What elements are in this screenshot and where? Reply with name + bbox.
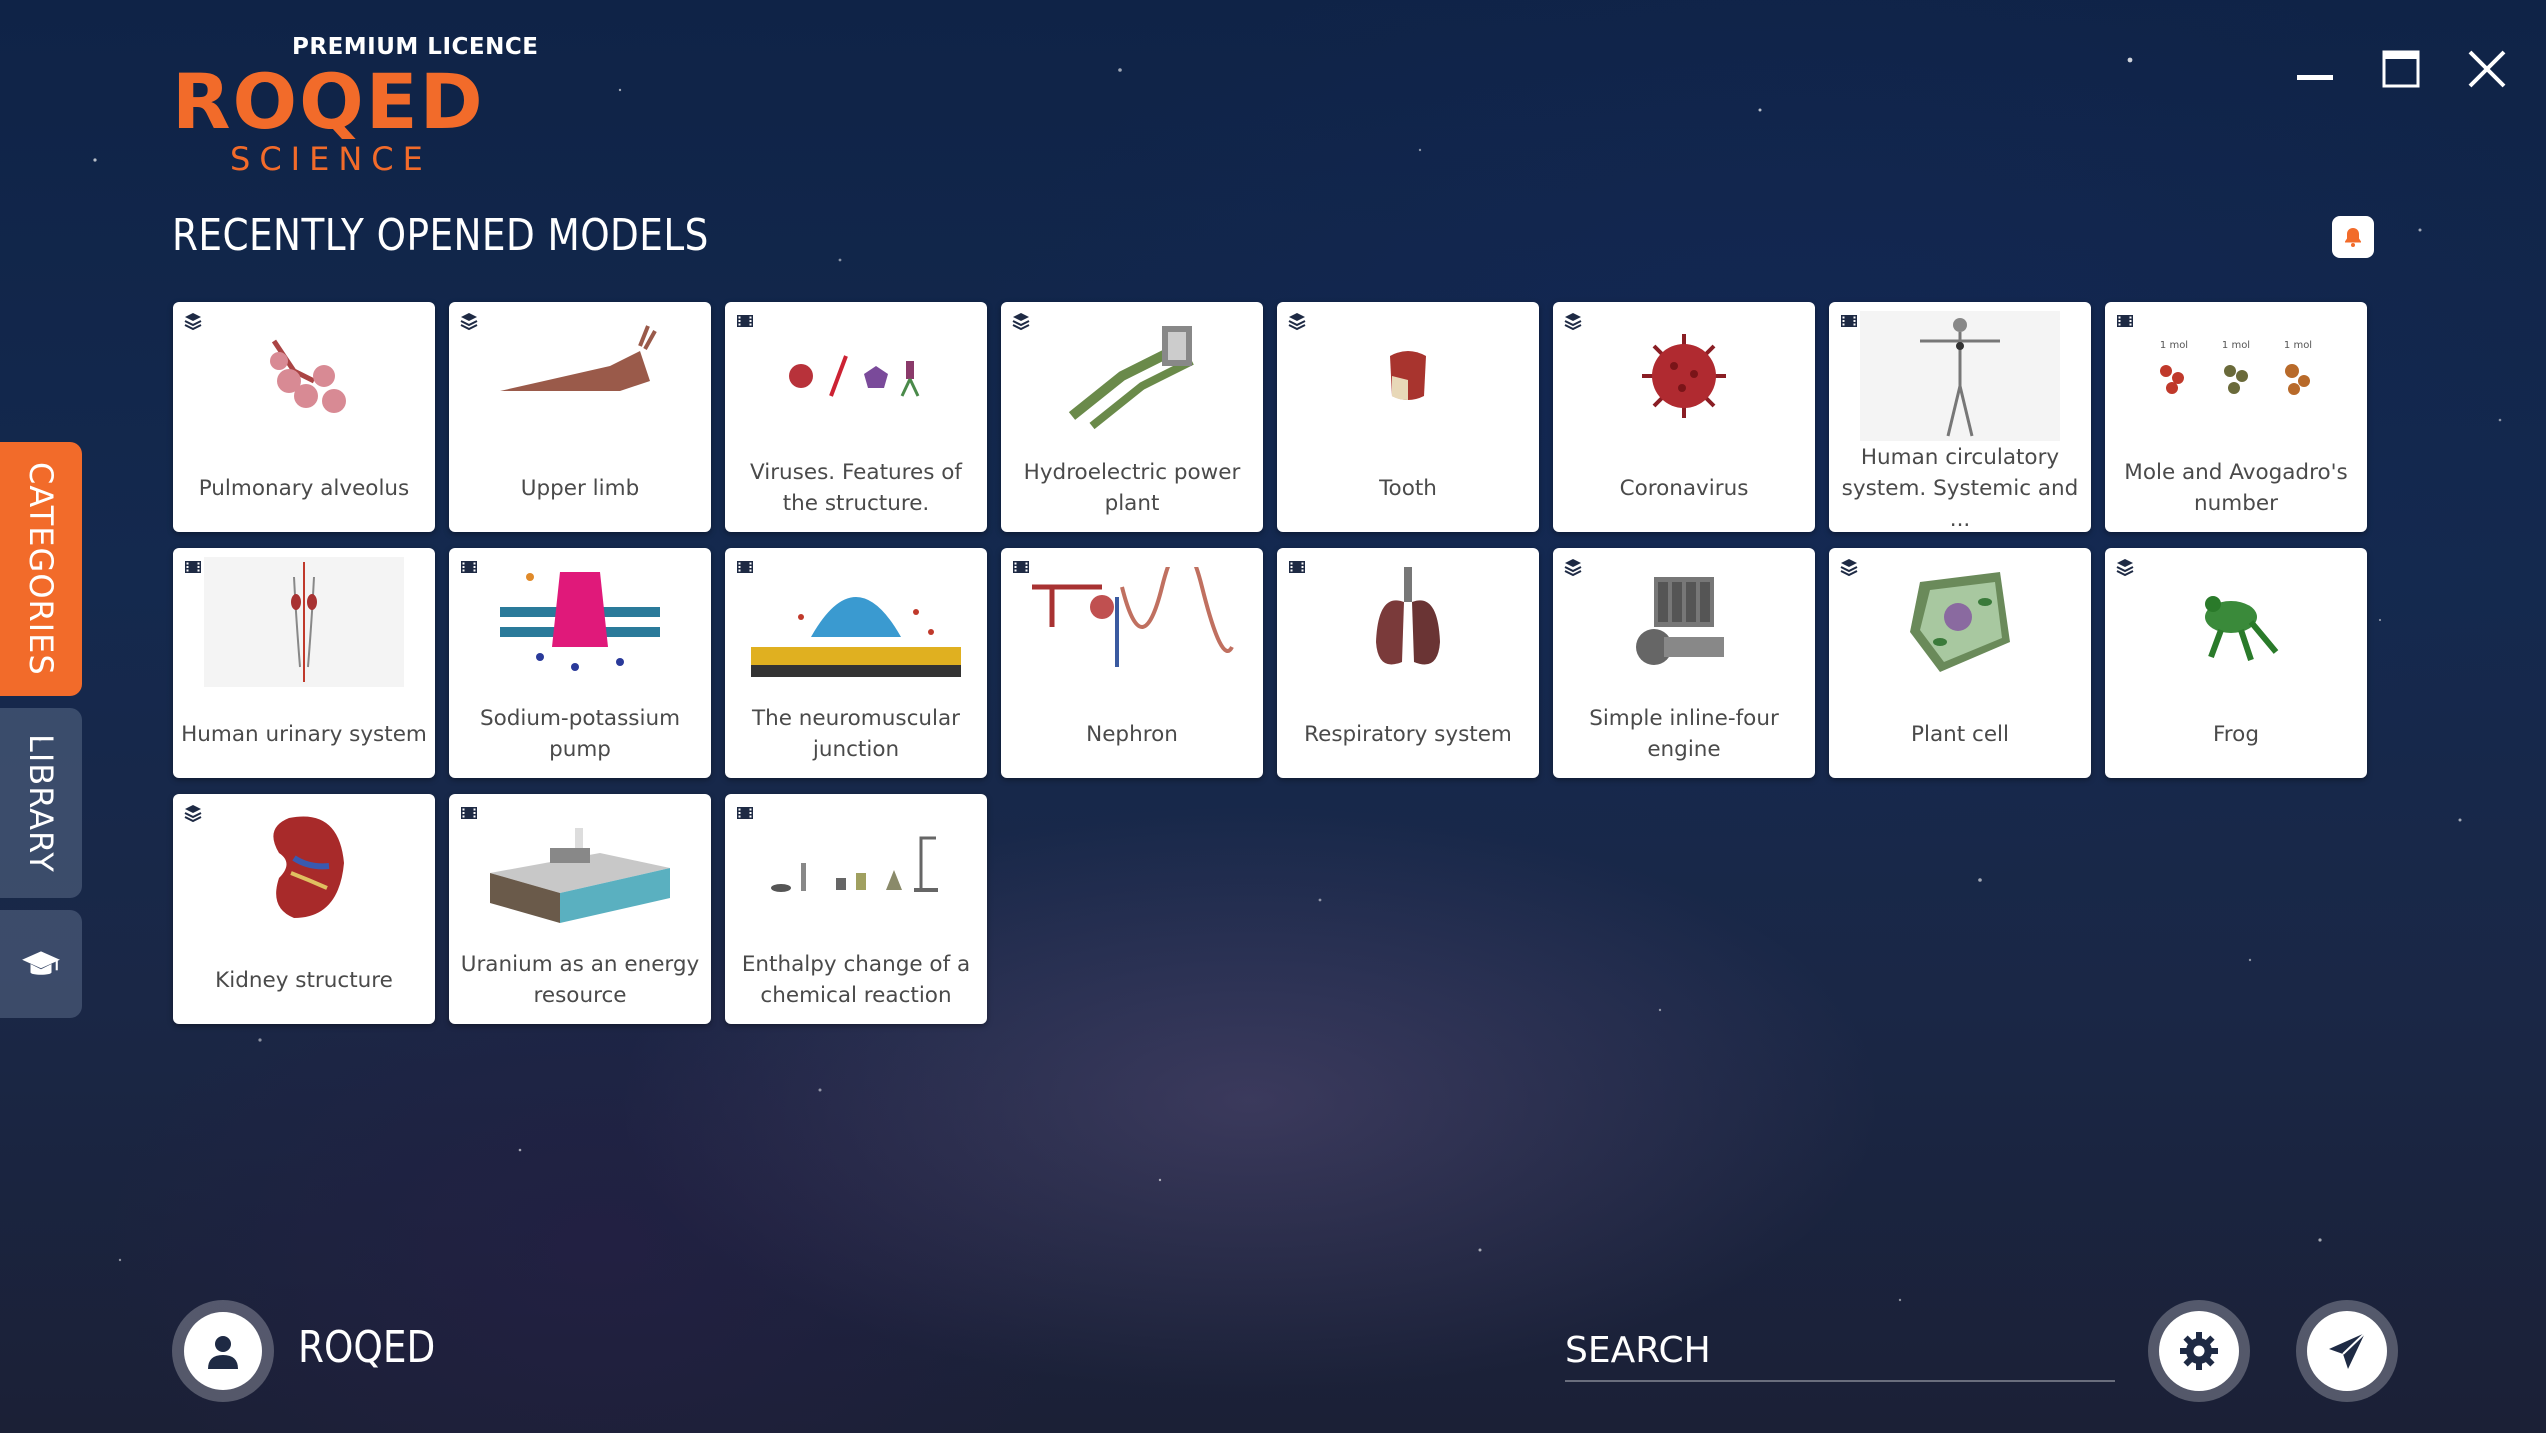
close-icon[interactable] xyxy=(2458,40,2516,98)
model-thumbnail xyxy=(1849,556,2071,688)
model-card-respiratory-system[interactable]: Respiratory system xyxy=(1277,548,1539,778)
model-title: Upper limb xyxy=(520,475,640,501)
model-card-mole-and-avogadros-number[interactable]: 1 mol 1 mol 1 mol Mole and Avogadro's nu… xyxy=(2105,302,2367,532)
model-title: Enthalpy change of a chemical reaction xyxy=(741,952,971,1008)
model-thumbnail xyxy=(2125,556,2347,688)
send-icon xyxy=(2329,1332,2366,1369)
model-card-human-urinary-system[interactable]: Human urinary system xyxy=(173,548,435,778)
model-card-kidney-structure[interactable]: Kidney structure xyxy=(173,794,435,1024)
bell-icon[interactable] xyxy=(2332,216,2374,258)
tab-categories-label: CATEGORIES xyxy=(22,462,60,676)
model-title: Pulmonary alveolus xyxy=(198,475,410,501)
model-card-nephron[interactable]: Nephron xyxy=(1001,548,1263,778)
model-title: Plant cell xyxy=(1911,721,2009,747)
model-title: The neuromuscular junction xyxy=(751,706,961,762)
model-card-tooth[interactable]: Tooth xyxy=(1277,302,1539,532)
thumb-label: 1 mol xyxy=(2284,340,2312,351)
tab-categories[interactable]: CATEGORIES xyxy=(0,442,82,696)
model-title: Coronavirus xyxy=(1619,475,1749,501)
model-thumbnail xyxy=(1021,556,1243,688)
model-title: Viruses. Features of the structure. xyxy=(750,460,962,516)
model-thumbnail xyxy=(1573,556,1795,688)
model-card-neuromuscular-junction[interactable]: The neuromuscular junction xyxy=(725,548,987,778)
tab-library-label: LIBRARY xyxy=(22,733,60,873)
graduation-cap-icon xyxy=(22,951,60,975)
thumb-label: 1 mol xyxy=(2222,340,2250,351)
model-card-coronavirus[interactable]: Coronavirus xyxy=(1553,302,1815,532)
model-thumbnail xyxy=(469,802,691,934)
model-thumbnail xyxy=(745,556,967,688)
model-thumbnail xyxy=(745,802,967,934)
model-thumbnail xyxy=(193,310,415,442)
search-bar xyxy=(1565,1320,2115,1382)
tab-education[interactable] xyxy=(0,910,82,1018)
model-thumbnail xyxy=(1297,310,1519,442)
section-title: RECENTLY OPENED MODELS xyxy=(172,210,709,261)
send-button[interactable] xyxy=(2296,1300,2398,1402)
model-thumbnail xyxy=(193,556,415,688)
tab-library[interactable]: LIBRARY xyxy=(0,708,82,898)
model-title: Sodium-potassium pump xyxy=(479,706,681,762)
model-title: Respiratory system xyxy=(1304,721,1512,747)
model-title: Nephron xyxy=(1086,721,1178,747)
brand-subtitle: SCIENCE xyxy=(230,140,432,178)
side-navigation: CATEGORIES LIBRARY xyxy=(0,442,82,1030)
model-card-uranium-energy-resource[interactable]: Uranium as an energy resource xyxy=(449,794,711,1024)
model-thumbnail: 1 mol 1 mol 1 mol xyxy=(2125,310,2347,442)
brand-wordmark: ROQED xyxy=(172,57,485,146)
model-title: Human circulatory system. Systemic and .… xyxy=(1841,444,2079,532)
model-card-viruses[interactable]: Viruses. Features of the structure. xyxy=(725,302,987,532)
model-title: Uranium as an energy resource xyxy=(460,952,700,1008)
model-thumbnail xyxy=(469,556,691,688)
model-thumbnail xyxy=(745,310,967,442)
model-thumbnail xyxy=(1021,310,1243,442)
model-title: Frog xyxy=(2213,721,2259,747)
search-input[interactable] xyxy=(1565,1320,2115,1380)
minimize-icon[interactable] xyxy=(2286,40,2344,98)
window-controls xyxy=(2286,40,2516,98)
model-title: Simple inline-four engine xyxy=(1589,706,1779,762)
model-thumbnail xyxy=(1573,310,1795,442)
model-card-plant-cell[interactable]: Plant cell xyxy=(1829,548,2091,778)
user-icon xyxy=(208,1336,238,1369)
thumb-label: 1 mol xyxy=(2160,340,2188,351)
model-title: Human urinary system xyxy=(181,721,427,747)
model-card-frog[interactable]: Frog xyxy=(2105,548,2367,778)
settings-icon xyxy=(2180,1332,2218,1370)
model-title: Tooth xyxy=(1379,475,1437,501)
model-card-enthalpy-change[interactable]: Enthalpy change of a chemical reaction xyxy=(725,794,987,1024)
model-title: Hydroelectric power plant xyxy=(1023,460,1241,516)
user-name: ROQED xyxy=(298,1322,436,1373)
model-card-sodium-potassium-pump[interactable]: Sodium-potassium pump xyxy=(449,548,711,778)
model-card-human-circulatory-system[interactable]: Human circulatory system. Systemic and .… xyxy=(1829,302,2091,532)
model-thumbnail xyxy=(1297,556,1519,688)
settings-button[interactable] xyxy=(2148,1300,2250,1402)
maximize-icon[interactable] xyxy=(2372,40,2430,98)
roqed-science-logo: PREMIUM LICENCE ROQED SCIENCE xyxy=(172,30,538,180)
model-title: Mole and Avogadro's number xyxy=(2124,460,2348,516)
model-title: Kidney structure xyxy=(215,967,393,993)
model-thumbnail xyxy=(193,802,415,934)
model-card-simple-inline-four-engine[interactable]: Simple inline-four engine xyxy=(1553,548,1815,778)
user-profile-button[interactable] xyxy=(172,1300,274,1402)
model-thumbnail xyxy=(469,310,691,442)
recent-models-grid: Pulmonary alveolus Upper limb Viruses. F… xyxy=(173,302,2367,1024)
model-thumbnail xyxy=(1849,310,2071,442)
model-card-upper-limb[interactable]: Upper limb xyxy=(449,302,711,532)
model-card-hydroelectric-power-plant[interactable]: Hydroelectric power plant xyxy=(1001,302,1263,532)
model-card-pulmonary-alveolus[interactable]: Pulmonary alveolus xyxy=(173,302,435,532)
